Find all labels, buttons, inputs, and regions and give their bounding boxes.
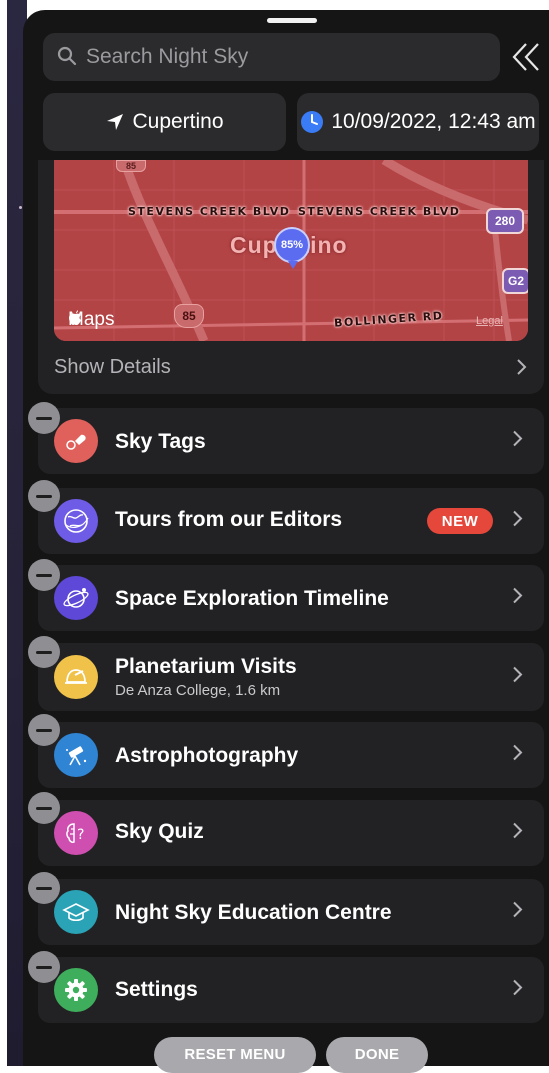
menu-item-astrophotography[interactable]: Astrophotography	[38, 722, 544, 788]
clock-icon	[301, 111, 324, 133]
menu-item-tours[interactable]: Tours from our Editors NEW	[38, 488, 544, 554]
menu-item-space-exploration[interactable]: Space Exploration Timeline	[38, 565, 544, 631]
menu-item-title: Astrophotography	[115, 744, 299, 767]
menu-item-title: Space Exploration Timeline	[115, 587, 389, 610]
menu-item-sky-quiz[interactable]: ? Sky Quiz	[38, 800, 544, 866]
chevron-right-icon	[512, 665, 524, 690]
orbit-globe-icon	[54, 576, 98, 620]
collapse-icon[interactable]	[508, 38, 548, 76]
telescope-icon	[54, 733, 98, 777]
highway-shield-85: 85	[174, 304, 204, 328]
interstate-shield-280: 280	[486, 208, 524, 234]
remove-item-button[interactable]	[28, 402, 60, 434]
menu-item-title: Night Sky Education Centre	[115, 901, 392, 924]
star-dot	[19, 206, 22, 209]
menu-item-title: Planetarium Visits	[115, 655, 297, 678]
chevron-right-icon	[512, 821, 524, 846]
reset-menu-button[interactable]: RESET MENU	[154, 1037, 316, 1073]
search-placeholder: Search Night Sky	[86, 45, 249, 68]
road-label-stevens-creek: STEVENS CREEK BLVD	[128, 205, 291, 218]
menu-item-title: Sky Quiz	[115, 820, 204, 843]
done-button[interactable]: DONE	[326, 1037, 428, 1073]
graduation-cap-icon	[54, 890, 98, 934]
map-view[interactable]: STEVENS CREEK BLVD STEVENS CREEK BLVD BO…	[54, 160, 528, 341]
chevron-right-icon	[512, 586, 524, 611]
remove-item-button[interactable]	[28, 792, 60, 824]
location-arrow-icon	[107, 114, 124, 130]
apple-maps-logo: Maps	[68, 309, 114, 331]
search-icon	[57, 46, 77, 71]
menu-item-education-centre[interactable]: Night Sky Education Centre	[38, 879, 544, 945]
drag-handle[interactable]	[267, 18, 317, 23]
menu-item-title: Tours from our Editors	[115, 508, 343, 531]
map-pin[interactable]: 85%	[274, 227, 310, 263]
pin-value: 85%	[280, 239, 304, 251]
menu-item-planetarium[interactable]: Planetarium Visits De Anza College, 1.6 …	[38, 643, 544, 711]
svg-text:?: ?	[77, 827, 84, 843]
menu-item-title: Settings	[115, 978, 198, 1001]
brain-question-icon: ?	[54, 811, 98, 855]
datetime-button[interactable]: 10/09/2022, 12:43 am	[297, 93, 539, 151]
highway-shield: 85	[116, 160, 146, 172]
chevron-right-icon	[512, 743, 524, 768]
remove-item-button[interactable]	[28, 636, 60, 668]
chevron-right-icon	[512, 900, 524, 925]
chevron-right-icon	[516, 357, 528, 382]
remove-item-button[interactable]	[28, 714, 60, 746]
menu-item-settings[interactable]: Settings	[38, 957, 544, 1023]
location-button[interactable]: Cupertino	[43, 93, 286, 151]
remove-item-button[interactable]	[28, 951, 60, 983]
road-label-stevens-creek-2: STEVENS CREEK BLVD	[298, 205, 461, 218]
gear-icon	[54, 968, 98, 1012]
datetime-label: 10/09/2022, 12:43 am	[331, 110, 536, 133]
search-field[interactable]: Search Night Sky	[43, 33, 500, 81]
sky-tags-icon	[54, 419, 98, 463]
location-label: Cupertino	[132, 110, 224, 133]
location-map-card: STEVENS CREEK BLVD STEVENS CREEK BLVD BO…	[38, 160, 544, 394]
show-details-label: Show Details	[54, 356, 171, 378]
county-shield-g2: G2	[502, 268, 528, 294]
globe-icon	[54, 499, 98, 543]
menu-item-subtitle: De Anza College, 1.6 km	[115, 682, 281, 699]
menu-item-title: Sky Tags	[115, 430, 206, 453]
menu-item-sky-tags[interactable]: Sky Tags	[38, 408, 544, 474]
legal-link[interactable]: Legal	[476, 315, 503, 327]
chevron-right-icon	[512, 509, 524, 534]
remove-item-button[interactable]	[28, 872, 60, 904]
map-pin-tail	[288, 261, 298, 269]
chevron-right-icon	[512, 429, 524, 454]
remove-item-button[interactable]	[28, 480, 60, 512]
chevron-right-icon	[512, 978, 524, 1003]
new-badge: NEW	[427, 508, 493, 534]
planetarium-icon	[54, 655, 98, 699]
remove-item-button[interactable]	[28, 559, 60, 591]
